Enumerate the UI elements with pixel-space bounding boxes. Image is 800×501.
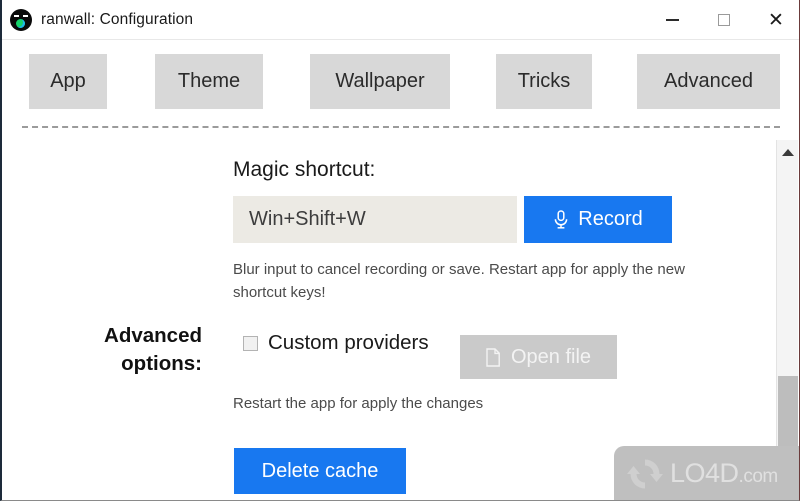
title-bar-left: ranwall: Configuration (10, 0, 193, 40)
app-icon-eye-right (23, 15, 28, 17)
tab-tricks[interactable]: Tricks (496, 54, 592, 109)
open-file-button[interactable]: Open file (460, 335, 617, 379)
custom-providers-row[interactable]: Custom providers (243, 331, 429, 355)
record-button-label: Record (578, 208, 643, 230)
minimize-button[interactable] (646, 0, 698, 40)
maximize-button[interactable] (698, 0, 750, 40)
tab-theme[interactable]: Theme (155, 54, 263, 109)
scroll-down-button[interactable] (777, 480, 798, 500)
tab-wallpaper[interactable]: Wallpaper (310, 54, 450, 109)
record-button[interactable]: Record (524, 196, 672, 243)
app-icon-eye-left (14, 15, 19, 17)
magic-shortcut-label: Magic shortcut: (233, 158, 376, 181)
custom-providers-label: Custom providers (268, 331, 429, 354)
tab-app[interactable]: App (29, 54, 107, 109)
magic-shortcut-input[interactable] (233, 196, 517, 243)
ranwall-app-icon (10, 9, 32, 31)
document-icon (486, 347, 500, 367)
scrollbar-thumb[interactable] (778, 376, 798, 486)
custom-providers-checkbox[interactable] (243, 335, 258, 351)
maximize-icon (718, 14, 730, 26)
settings-panel: Magic shortcut: Record Blur input to can… (2, 134, 772, 500)
microphone-icon (554, 209, 568, 229)
vertical-scrollbar[interactable] (776, 140, 798, 500)
tab-divider (22, 126, 780, 128)
window-title: ranwall: Configuration (41, 11, 194, 28)
magic-shortcut-hint: Blur input to cancel recording or save. … (233, 261, 685, 301)
title-bar: ranwall: Configuration ✕ (2, 0, 799, 40)
tab-advanced[interactable]: Advanced (637, 54, 780, 109)
app-icon-dot (16, 19, 25, 28)
tab-bar: App Theme Wallpaper Tricks Advanced (2, 41, 799, 121)
close-button[interactable]: ✕ (750, 0, 799, 40)
advanced-options-label: Advanced options: (104, 324, 202, 376)
chevron-up-icon (781, 148, 794, 156)
window-controls: ✕ (646, 0, 799, 40)
minimize-icon (665, 19, 679, 21)
delete-cache-button[interactable]: Delete cache (234, 448, 406, 494)
close-icon: ✕ (768, 9, 784, 31)
open-file-button-label: Open file (510, 345, 592, 368)
advanced-options-hint: Restart the app for apply the changes (233, 395, 484, 412)
chevron-down-icon (781, 486, 794, 494)
scroll-up-button[interactable] (777, 142, 798, 162)
app-window: ranwall: Configuration ✕ App Theme Wallp… (0, 0, 800, 501)
